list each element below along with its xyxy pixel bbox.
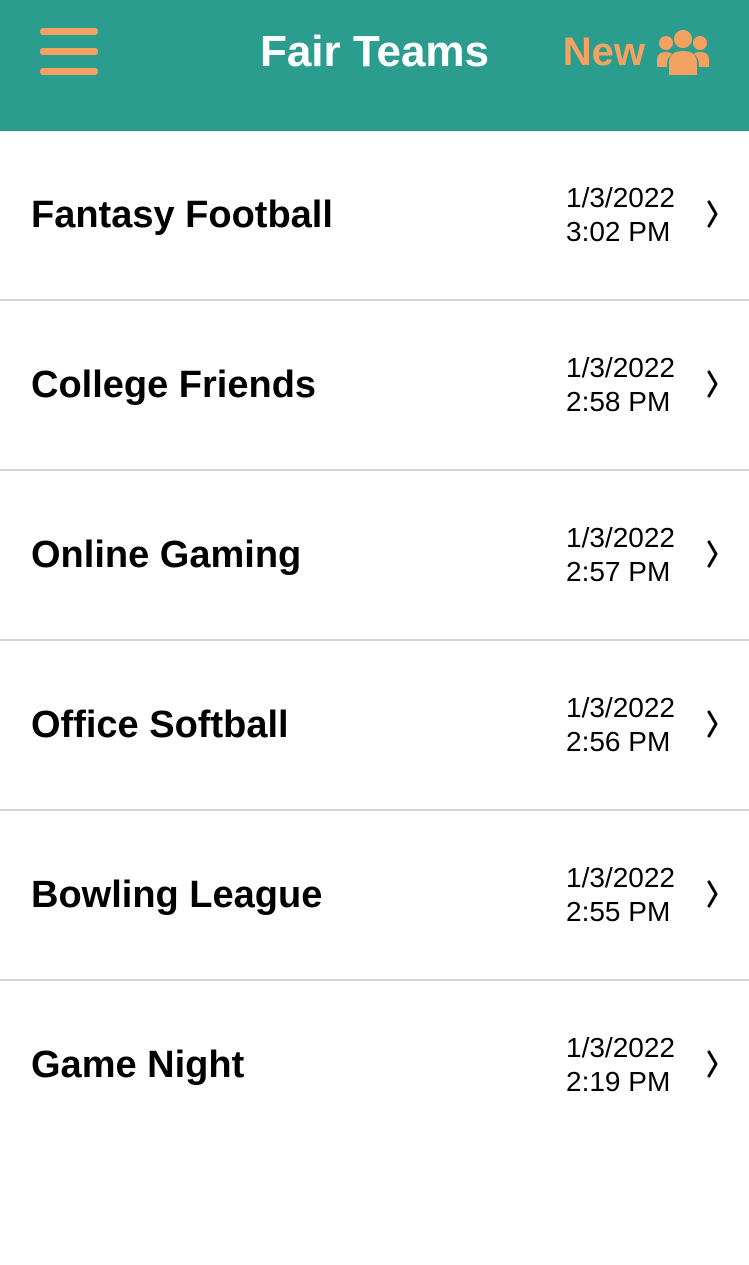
group-timestamp: 1/3/2022 2:58 PM bbox=[566, 351, 675, 419]
group-name: Bowling League bbox=[31, 874, 323, 916]
menu-button[interactable] bbox=[40, 28, 98, 76]
menu-icon-bar bbox=[40, 48, 98, 55]
group-time: 2:58 PM bbox=[566, 386, 671, 417]
group-row[interactable]: Game Night 1/3/2022 2:19 PM bbox=[0, 981, 749, 1149]
group-time: 2:55 PM bbox=[566, 896, 671, 927]
group-timestamp: 1/3/2022 2:19 PM bbox=[566, 1031, 675, 1099]
group-name: Fantasy Football bbox=[31, 194, 333, 236]
group-time: 3:02 PM bbox=[566, 216, 671, 247]
group-timestamp: 1/3/2022 3:02 PM bbox=[566, 181, 675, 249]
chevron-right-icon bbox=[707, 370, 718, 398]
group-time: 2:56 PM bbox=[566, 726, 671, 757]
group-date: 1/3/2022 bbox=[566, 182, 675, 213]
menu-icon-bar bbox=[40, 68, 98, 75]
new-button-label: New bbox=[562, 29, 645, 74]
app-header: Fair Teams New bbox=[0, 0, 749, 131]
group-timestamp: 1/3/2022 2:57 PM bbox=[566, 521, 675, 589]
group-date: 1/3/2022 bbox=[566, 862, 675, 893]
group-timestamp: 1/3/2022 2:56 PM bbox=[566, 691, 675, 759]
new-group-button[interactable]: New bbox=[563, 24, 709, 80]
group-name: Online Gaming bbox=[31, 534, 302, 576]
group-timestamp: 1/3/2022 2:55 PM bbox=[566, 861, 675, 929]
group-date: 1/3/2022 bbox=[566, 522, 675, 553]
group-row[interactable]: College Friends 1/3/2022 2:58 PM bbox=[0, 301, 749, 471]
chevron-right-icon bbox=[707, 1050, 718, 1078]
group-row[interactable]: Bowling League 1/3/2022 2:55 PM bbox=[0, 811, 749, 981]
group-date: 1/3/2022 bbox=[566, 692, 675, 723]
group-list: Fantasy Football 1/3/2022 3:02 PM Colleg… bbox=[0, 131, 749, 1149]
chevron-right-icon bbox=[707, 880, 718, 908]
group-time: 2:19 PM bbox=[566, 1066, 671, 1097]
group-time: 2:57 PM bbox=[566, 556, 671, 587]
group-row[interactable]: Online Gaming 1/3/2022 2:57 PM bbox=[0, 471, 749, 641]
group-row[interactable]: Fantasy Football 1/3/2022 3:02 PM bbox=[0, 131, 749, 301]
group-name: Game Night bbox=[31, 1044, 245, 1086]
chevron-right-icon bbox=[707, 200, 718, 228]
menu-icon-bar bbox=[40, 28, 98, 35]
group-name: Office Softball bbox=[31, 704, 289, 746]
group-name: College Friends bbox=[31, 364, 317, 406]
group-date: 1/3/2022 bbox=[566, 352, 675, 383]
group-date: 1/3/2022 bbox=[566, 1032, 675, 1063]
group-row[interactable]: Office Softball 1/3/2022 2:56 PM bbox=[0, 641, 749, 811]
chevron-right-icon bbox=[707, 710, 718, 738]
chevron-right-icon bbox=[707, 540, 718, 568]
users-group-icon bbox=[657, 30, 709, 75]
